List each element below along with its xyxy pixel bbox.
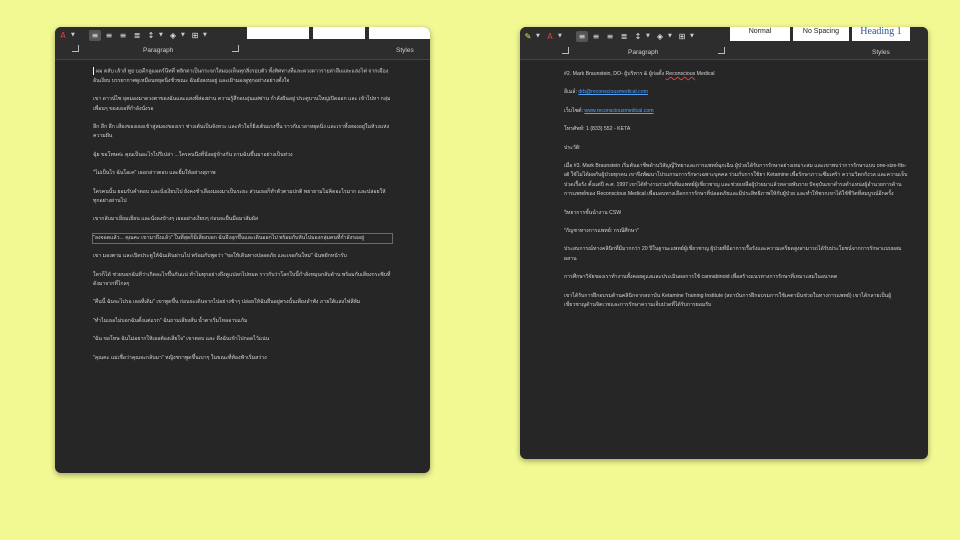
borders-icon[interactable]: ⊞ xyxy=(189,30,201,41)
paragraph[interactable]: เขา ดาวน์ไซ ยุคมองมาดวงตาของฉันและแสงที่… xyxy=(93,95,392,114)
chevron-down-icon[interactable]: ▼ xyxy=(558,33,564,39)
paragraph[interactable]: "ทำไมเธอไม่บอกฉันตั้งแต่แรก" ฉันถามเสียง… xyxy=(93,317,392,326)
email-link[interactable]: drb@reconsciousmedical.com xyxy=(578,89,648,95)
ribbon: ✎ ▼ A ▼ ≡ ≡ ≡ ≣ ↕ ▼ ◈ ▼ ⊞ ▼ Normal No Sp… xyxy=(520,27,928,45)
font-toolbar: ✎ ▼ A ▼ xyxy=(522,30,564,42)
paragraph[interactable]: "ไม่เป็นไร ฉันโอเค" เธอกล่าวตอบ และยิ้มใ… xyxy=(93,169,392,178)
email-label: อีเมล์: xyxy=(564,89,579,96)
paragraph[interactable]: "กัญชาทางการแพทย์: กรณีศึกษา" xyxy=(564,227,908,236)
borders-icon[interactable]: ⊞ xyxy=(676,31,688,42)
website-line[interactable]: เว็บไซต์: www.reconsciousmedical.com xyxy=(564,107,908,116)
paragraph[interactable]: ใครก็ได้ ช่วยบอกฉันทีว่าเกิดอะไรขึ้นกันแ… xyxy=(93,271,392,290)
styles-group-label: Styles xyxy=(396,47,414,54)
paragraph[interactable]: เขา มองตาม และเปิดประตูให้ฉันเดินผ่านไป … xyxy=(93,252,392,261)
style-tile-normal[interactable]: Normal xyxy=(730,27,790,41)
shading-icon[interactable]: ◈ xyxy=(654,31,666,42)
line-spacing-icon[interactable]: ↕ xyxy=(632,31,644,42)
align-right-icon[interactable]: ≡ xyxy=(117,30,129,41)
chevron-down-icon[interactable]: ▼ xyxy=(71,32,77,38)
chevron-down-icon[interactable]: ▼ xyxy=(668,33,674,39)
author-label: #2. Mark Braunstein, DO- ผู้บริหาร & ผู้… xyxy=(564,71,666,77)
style-tile-normal[interactable] xyxy=(247,27,309,39)
document-window-right: ✎ ▼ A ▼ ≡ ≡ ≡ ≣ ↕ ▼ ◈ ▼ ⊞ ▼ Normal No Sp… xyxy=(520,27,928,459)
align-left-icon[interactable]: ≡ xyxy=(576,30,588,42)
font-color-icon[interactable]: A xyxy=(544,31,556,42)
paragraph[interactable]: "ลงจอดแล้ว... คุณคะ เขามาถึงแล้ว" ในที่ส… xyxy=(92,232,393,245)
paragraph[interactable]: "คืนนี้ ฉันจะไปรอ เธอที่เดิม" เขาพูดขึ้น… xyxy=(93,298,392,307)
paragraph[interactable]: ลึก ลึก ลึก เสียงของเธอเข้าสู่สมองของเรา… xyxy=(93,123,392,142)
chevron-down-icon[interactable]: ▼ xyxy=(646,33,652,39)
style-tile-no-spacing[interactable]: No Spacing xyxy=(793,27,849,41)
style-tile-no-spacing[interactable] xyxy=(313,27,365,39)
paragraph-group-label: Paragraph xyxy=(143,47,174,54)
website-label: เว็บไซต์: xyxy=(564,107,585,114)
paragraph[interactable]: ใครคนนั้น ยอมรับคำตอบ และนั่งเงียบไป ยัง… xyxy=(93,188,392,207)
font-dialog-launcher-icon[interactable] xyxy=(72,45,79,52)
paragraph[interactable]: "คุณคะ แม่เชื่อว่าคุณจะกลับมา" หญิงชราพู… xyxy=(93,354,392,363)
company-name: Reconscious xyxy=(665,71,696,77)
align-right-icon[interactable]: ≡ xyxy=(604,31,616,42)
chevron-down-icon[interactable]: ▼ xyxy=(690,33,696,39)
font-color-icon[interactable]: A xyxy=(57,30,69,41)
font-dialog-launcher-icon[interactable] xyxy=(562,47,569,54)
paragraph-dialog-launcher-icon[interactable] xyxy=(718,47,725,54)
align-center-icon[interactable]: ≡ xyxy=(590,31,602,42)
paragraph[interactable]: ผม ตลับ เล้าส์ ทูย บอดีกลูแมดร์นีทที่ พล… xyxy=(93,67,392,86)
document-window-left: A ▼ ≡ ≡ ≡ ≣ ↕ ▼ ◈ ▼ ⊞ ▼ Paragraph Styles… xyxy=(55,27,430,473)
document-body[interactable]: ผม ตลับ เล้าส์ ทูย บอดีกลูแมดร์นีทที่ พล… xyxy=(92,67,393,372)
paragraph[interactable]: วิทยาการชั้นนำงาน CSW xyxy=(564,209,908,218)
text-cursor xyxy=(93,67,94,75)
document-body[interactable]: #2. Mark Braunstein, DO- ผู้บริหาร & ผู้… xyxy=(564,70,908,320)
justify-icon[interactable]: ≣ xyxy=(131,30,143,41)
phone-line[interactable]: โทรศัพท์: 1 (833) 552 - KETA xyxy=(564,125,908,134)
paragraph[interactable]: "ฉัน ขอโทษ ฉันไม่อยากให้เธอต้องเสียใจ" เ… xyxy=(93,335,392,344)
document-page[interactable]: #2. Mark Braunstein, DO- ผู้บริหาร & ผู้… xyxy=(520,60,928,459)
chevron-down-icon[interactable]: ▼ xyxy=(536,33,542,39)
document-page[interactable]: ผม ตลับ เล้าส์ ทูย บอดีกลูแมดร์นีทที่ พล… xyxy=(55,60,430,473)
shading-icon[interactable]: ◈ xyxy=(167,30,179,41)
ribbon-group-labels: Paragraph Styles xyxy=(520,45,928,60)
paragraph-dialog-launcher-icon[interactable] xyxy=(232,45,239,52)
website-link[interactable]: www.reconsciousmedical.com xyxy=(584,108,653,114)
paragraph[interactable]: ประสบการณ์ทางคลินิกที่มีมากกว่า 20 ปีในฐ… xyxy=(564,245,908,264)
styles-group-label: Styles xyxy=(872,49,890,56)
paragraph[interactable]: เขาได้รับการฝึกอบรมด้านคลินิกจากสถาบัน K… xyxy=(564,292,908,311)
align-center-icon[interactable]: ≡ xyxy=(103,30,115,41)
highlight-icon[interactable]: ✎ xyxy=(522,31,534,42)
bio-heading[interactable]: ประวัติ: xyxy=(564,144,908,153)
chevron-down-icon[interactable]: ▼ xyxy=(159,32,165,38)
paragraph-toolbar: ≡ ≡ ≡ ≣ ↕ ▼ ◈ ▼ ⊞ ▼ xyxy=(576,30,696,42)
align-left-icon[interactable]: ≡ xyxy=(89,29,101,41)
company-suffix: Medical xyxy=(695,71,715,77)
paragraph-group-label: Paragraph xyxy=(628,49,659,56)
line-spacing-icon[interactable]: ↕ xyxy=(145,30,157,41)
ribbon-group-labels: Paragraph Styles xyxy=(55,44,430,60)
style-tile-heading-1[interactable]: Heading 1 xyxy=(852,27,910,41)
chevron-down-icon[interactable]: ▼ xyxy=(181,32,187,38)
email-line[interactable]: อีเมล์: drb@reconsciousmedical.com xyxy=(564,88,908,97)
paragraph[interactable]: เขากลับมาเยี่ยมเยียน และนั่งลงข้างๆ เธออ… xyxy=(93,215,392,224)
paragraph[interactable]: ฉุ้ย ขอโทษค่ะ คุณเป็นอะไรไปรึเปล่า ...ใค… xyxy=(93,151,392,160)
paragraph-toolbar: ≡ ≡ ≡ ≣ ↕ ▼ ◈ ▼ ⊞ ▼ xyxy=(89,29,209,41)
paragraph[interactable]: เมื่อ #3. Mark Braunstein เริ่มต้นอาชีพด… xyxy=(564,162,908,200)
author-line[interactable]: #2. Mark Braunstein, DO- ผู้บริหาร & ผู้… xyxy=(564,70,908,79)
paragraph[interactable]: การศึกษาวิจัยของเราทำงานทั้งคอยดูแลและปร… xyxy=(564,273,908,282)
chevron-down-icon[interactable]: ▼ xyxy=(203,32,209,38)
paragraph-text: ผม ตลับ เล้าส์ ทูย บอดีกลูแมดร์นีทที่ พล… xyxy=(93,68,389,84)
justify-icon[interactable]: ≣ xyxy=(618,31,630,42)
style-tile-heading-1[interactable] xyxy=(369,27,430,39)
font-toolbar: A ▼ xyxy=(57,29,77,41)
